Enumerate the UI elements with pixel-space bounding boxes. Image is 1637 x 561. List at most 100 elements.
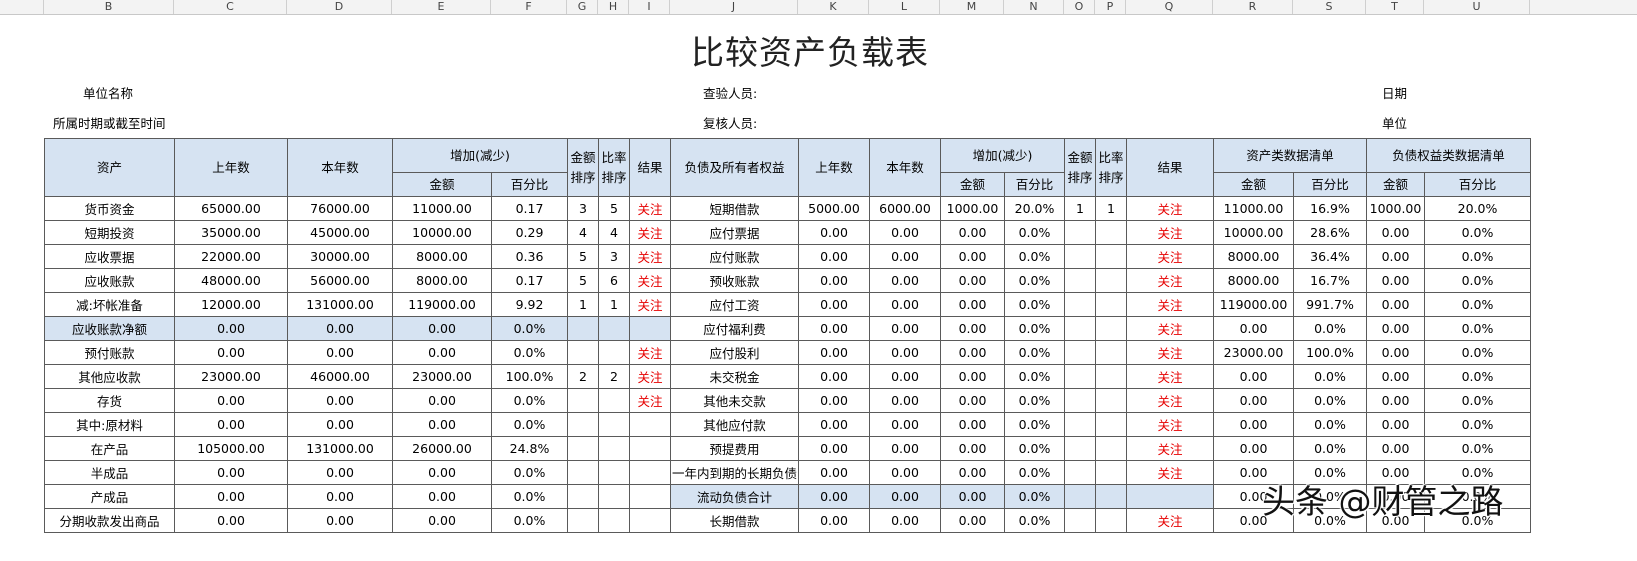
table-cell[interactable]: 0.0% xyxy=(1293,316,1367,341)
table-cell[interactable]: 1 xyxy=(1095,196,1127,221)
table-cell[interactable]: 0.00 xyxy=(1366,388,1425,413)
table-cell[interactable]: 1000.00 xyxy=(1366,196,1425,221)
column-header[interactable]: U xyxy=(1424,0,1530,14)
table-cell[interactable]: 0.00 xyxy=(869,484,941,509)
table-cell[interactable]: 0.00 xyxy=(174,484,288,509)
table-cell[interactable]: 0.0% xyxy=(1424,388,1531,413)
table-cell[interactable]: 0.0% xyxy=(491,484,568,509)
table-cell[interactable]: 0.00 xyxy=(940,340,1005,365)
table-cell[interactable]: 3 xyxy=(567,196,599,221)
table-cell[interactable] xyxy=(567,436,599,461)
table-cell[interactable]: 0.00 xyxy=(940,388,1005,413)
table-cell[interactable]: 0.00 xyxy=(869,316,941,341)
table-cell[interactable]: 23000.00 xyxy=(392,364,492,389)
table-cell[interactable]: 0.00 xyxy=(798,220,870,245)
table-cell[interactable]: 8000.00 xyxy=(392,268,492,293)
table-cell[interactable]: 12000.00 xyxy=(174,292,288,317)
table-cell[interactable]: 131000.00 xyxy=(287,436,393,461)
table-cell[interactable] xyxy=(567,316,599,341)
table-cell[interactable] xyxy=(1095,484,1127,509)
table-cell[interactable] xyxy=(598,460,630,485)
table-cell[interactable] xyxy=(1095,268,1127,293)
table-cell[interactable]: 关注 xyxy=(1126,364,1214,389)
table-cell[interactable]: 30000.00 xyxy=(287,244,393,269)
table-cell[interactable]: 0.00 xyxy=(869,436,941,461)
column-header[interactable]: S xyxy=(1293,0,1366,14)
table-cell[interactable]: 0.00 xyxy=(798,292,870,317)
table-cell[interactable]: 货币资金 xyxy=(44,196,175,221)
table-cell[interactable]: 0.00 xyxy=(798,484,870,509)
table-cell[interactable]: 0.00 xyxy=(174,508,288,533)
column-header[interactable]: F xyxy=(491,0,567,14)
table-cell[interactable]: 119000.00 xyxy=(1213,292,1294,317)
table-cell[interactable]: 100.0% xyxy=(1293,340,1367,365)
table-cell[interactable]: 0.00 xyxy=(869,412,941,437)
table-cell[interactable]: 0.00 xyxy=(1366,244,1425,269)
table-cell[interactable]: 0.0% xyxy=(1424,316,1531,341)
table-cell[interactable]: 长期借款 xyxy=(670,508,799,533)
table-cell[interactable]: 1 xyxy=(598,292,630,317)
table-cell[interactable] xyxy=(1095,412,1127,437)
table-cell[interactable]: 关注 xyxy=(629,292,671,317)
table-cell[interactable]: 0.00 xyxy=(798,268,870,293)
table-cell[interactable] xyxy=(567,460,599,485)
table-cell[interactable]: 10000.00 xyxy=(392,220,492,245)
table-cell[interactable]: 76000.00 xyxy=(287,196,393,221)
table-cell[interactable]: 0.0% xyxy=(1293,364,1367,389)
table-cell[interactable]: 其他未交款 xyxy=(670,388,799,413)
table-cell[interactable]: 短期投资 xyxy=(44,220,175,245)
table-cell[interactable]: 0.00 xyxy=(869,364,941,389)
table-cell[interactable]: 关注 xyxy=(629,268,671,293)
column-header[interactable]: P xyxy=(1095,0,1126,14)
table-cell[interactable]: 0.29 xyxy=(491,220,568,245)
table-cell[interactable]: 未交税金 xyxy=(670,364,799,389)
column-header[interactable]: E xyxy=(392,0,491,14)
table-cell[interactable]: 0.00 xyxy=(940,316,1005,341)
table-cell[interactable]: 100.0% xyxy=(491,364,568,389)
table-cell[interactable]: 关注 xyxy=(1126,340,1214,365)
table-cell[interactable]: 0.00 xyxy=(1366,412,1425,437)
table-cell[interactable] xyxy=(1095,292,1127,317)
table-cell[interactable] xyxy=(567,508,599,533)
table-cell[interactable]: 关注 xyxy=(629,244,671,269)
table-cell[interactable]: 991.7% xyxy=(1293,292,1367,317)
table-cell[interactable] xyxy=(629,436,671,461)
table-cell[interactable]: 0.00 xyxy=(1213,388,1294,413)
table-cell[interactable]: 0.0% xyxy=(1424,364,1531,389)
table-cell[interactable]: 0.00 xyxy=(798,388,870,413)
table-cell[interactable] xyxy=(1095,364,1127,389)
column-header[interactable]: N xyxy=(1004,0,1064,14)
table-cell[interactable]: 0.0% xyxy=(1004,436,1065,461)
table-cell[interactable]: 应付工资 xyxy=(670,292,799,317)
table-cell[interactable]: 6000.00 xyxy=(869,196,941,221)
table-cell[interactable]: 10000.00 xyxy=(1213,220,1294,245)
table-cell[interactable]: 0.17 xyxy=(491,196,568,221)
table-cell[interactable]: 减:坏帐准备 xyxy=(44,292,175,317)
column-header[interactable]: H xyxy=(598,0,629,14)
table-cell[interactable]: 0.0% xyxy=(1004,388,1065,413)
table-cell[interactable]: 半成品 xyxy=(44,460,175,485)
table-cell[interactable] xyxy=(1064,292,1096,317)
table-cell[interactable]: 应收账款净额 xyxy=(44,316,175,341)
table-cell[interactable]: 0.00 xyxy=(287,484,393,509)
table-cell[interactable]: 131000.00 xyxy=(287,292,393,317)
table-cell[interactable]: 预收账款 xyxy=(670,268,799,293)
table-cell[interactable] xyxy=(1064,508,1096,533)
table-cell[interactable]: 0.00 xyxy=(287,460,393,485)
table-cell[interactable]: 16.7% xyxy=(1293,268,1367,293)
table-cell[interactable] xyxy=(567,388,599,413)
table-cell[interactable] xyxy=(1064,364,1096,389)
table-cell[interactable]: 0.00 xyxy=(1213,436,1294,461)
table-cell[interactable]: 0.00 xyxy=(1366,220,1425,245)
table-cell[interactable]: 48000.00 xyxy=(174,268,288,293)
table-cell[interactable]: 0.00 xyxy=(798,340,870,365)
table-cell[interactable]: 关注 xyxy=(1126,460,1214,485)
table-cell[interactable]: 0.0% xyxy=(1004,316,1065,341)
table-cell[interactable]: 0.36 xyxy=(491,244,568,269)
table-cell[interactable]: 0.0% xyxy=(1424,268,1531,293)
table-cell[interactable]: 65000.00 xyxy=(174,196,288,221)
table-cell[interactable]: 0.00 xyxy=(1213,316,1294,341)
table-cell[interactable]: 1 xyxy=(1064,196,1096,221)
table-cell[interactable]: 在产品 xyxy=(44,436,175,461)
column-header[interactable]: L xyxy=(869,0,940,14)
